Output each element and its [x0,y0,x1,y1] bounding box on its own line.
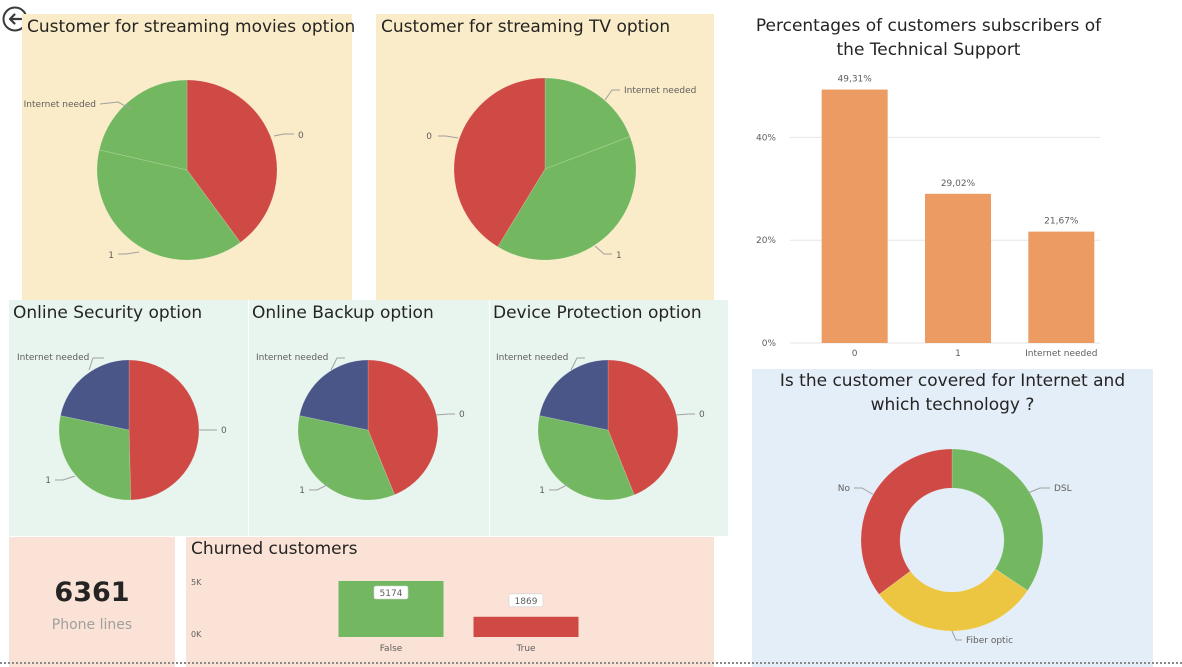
bar-data-label: 1869 [515,597,538,607]
pie-leader-0: 0 [273,131,304,141]
bar-0[interactable] [821,89,888,343]
pie-label-0: 0 [459,410,465,420]
donut-leader-dsl: DSL [1027,484,1072,494]
device-protection-pie-chart[interactable]: Internet needed 0 1 [496,353,705,501]
y-tick-label: 0K [191,630,202,639]
security-backup-device-tile: Online Security option Online Backup opt… [9,300,728,536]
churn-tile: Churned customers 0K 5K 5174 False 1869 True [186,537,714,667]
pie-label-0: 0 [426,132,432,142]
donut-label-dsl: DSL [1054,484,1072,494]
pie-label-internet-needed: Internet needed [256,353,328,363]
phone-lines-card: 6361 Phone lines [9,537,175,667]
pie-label-0: 0 [221,426,227,436]
bar-true[interactable] [473,616,579,637]
pie-leader-1: 1 [594,245,622,261]
tech-support-tile: Percentages of customers subscribers of … [740,10,1118,366]
donut-label-fiber-optic: Fiber optic [966,636,1013,646]
streaming-movies-pie-chart[interactable]: Internet needed 0 1 [22,14,352,300]
bar-internet-needed[interactable] [1028,231,1095,343]
bar-data-label: 21,67% [1044,217,1079,227]
pie-label-internet-needed: Internet needed [24,100,96,110]
bar-1[interactable] [925,193,991,343]
pie-label-1: 1 [616,251,622,261]
pie-label-internet-needed: Internet needed [17,353,89,363]
x-tick-label: True [515,644,536,654]
y-tick-label: 0% [762,339,777,349]
bar-data-label: 49,31% [838,75,873,85]
pie-slice-0[interactable] [128,359,200,501]
donut-leader-fiber: Fiber optic [951,630,1013,646]
churn-bar-chart[interactable]: 0K 5K 5174 False 1869 True [186,537,714,667]
phone-lines-label: Phone lines [51,617,133,633]
page-bottom-border [0,662,1182,664]
x-tick-label: 1 [955,349,961,359]
pie-leader-internet-needed: Internet needed [24,100,132,110]
streaming-tv-pie-chart[interactable]: Internet needed 0 1 [376,14,714,300]
pie-label-1: 1 [45,476,51,486]
donut-label-no: No [838,484,851,494]
pie-label-1: 1 [299,486,305,496]
y-tick-label: 20% [756,236,776,246]
donut-slice-no[interactable] [860,448,953,595]
x-tick-label: False [380,644,403,654]
bar-data-label: 29,02% [941,179,976,189]
y-tick-label: 40% [756,133,776,143]
pie-leader-0: 0 [426,132,459,142]
donut-leader-no: No [838,484,875,496]
pie-label-internet-needed: Internet needed [624,86,696,96]
pie-label-internet-needed: Internet needed [496,353,568,363]
internet-coverage-donut-chart[interactable]: DSL Fiber optic No [752,369,1153,667]
tech-support-bar-chart[interactable]: 0% 20% 40% 49,31% 0 29,02% 1 21,67% Internet ne… [740,10,1118,366]
pie-label-1: 1 [539,486,545,496]
bar-data-label: 5174 [380,589,403,599]
online-security-pie-chart[interactable]: Internet needed 0 1 [17,353,227,501]
donut-slice-dsl[interactable] [951,448,1044,592]
pie-label-0: 0 [298,131,304,141]
pie-label-0: 0 [699,410,705,420]
streaming-tv-tile: Customer for streaming TV option Interne… [376,14,714,300]
streaming-movies-tile: Customer for streaming movies option Int… [22,14,355,300]
donut-slice-fiber-optic[interactable] [878,568,1029,632]
security-backup-device-pie-charts[interactable]: Internet needed 0 1 Internet needed 0 1 … [9,300,728,536]
x-tick-label: Internet needed [1025,349,1097,359]
online-backup-pie-chart[interactable]: Internet needed 0 1 [256,353,465,501]
pie-leader-1: 1 [108,251,140,261]
pie-leader-internet-needed: Internet needed [604,86,696,101]
y-tick-label: 5K [191,578,202,587]
phone-lines-value: 6361 [54,577,130,608]
pie-label-1: 1 [108,251,114,261]
internet-coverage-tile: Is the customer covered for Internet and… [752,369,1153,667]
x-tick-label: 0 [852,349,858,359]
